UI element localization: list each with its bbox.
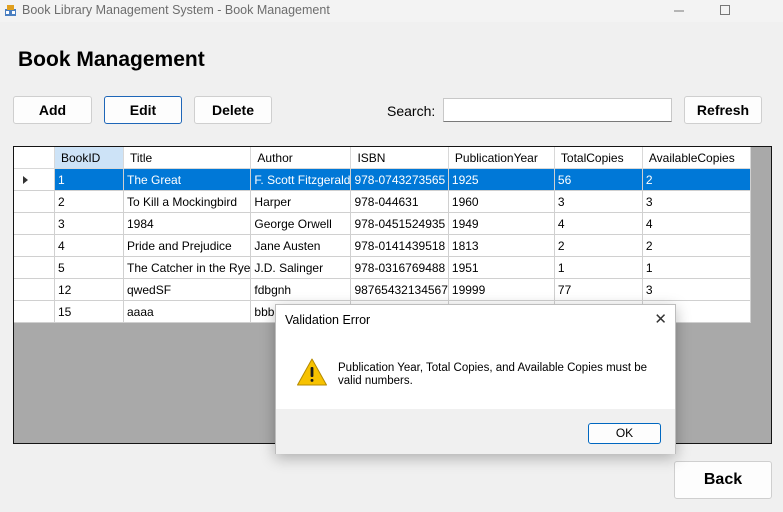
minimize-icon <box>674 10 684 12</box>
table-cell[interactable]: 2 <box>54 190 124 213</box>
row-header[interactable] <box>14 190 55 213</box>
maximize-button[interactable] <box>702 0 748 22</box>
close-icon[interactable]: ✕ <box>654 310 667 328</box>
table-cell[interactable]: George Orwell <box>250 212 352 235</box>
table-cell[interactable]: 1949 <box>448 212 555 235</box>
page-title: Book Management <box>18 48 205 71</box>
table-row[interactable]: 3 1984 George Orwell 978-0451524935 1949 4 4 <box>14 212 751 235</box>
table-cell[interactable]: 978-0451524935 <box>350 212 449 235</box>
table-cell[interactable]: 77 <box>554 278 643 301</box>
current-row-arrow-icon <box>23 176 28 185</box>
warning-icon <box>297 358 327 386</box>
table-cell[interactable]: 2 <box>642 234 751 257</box>
table-cell[interactable]: 1951 <box>448 256 555 279</box>
row-header[interactable] <box>14 234 55 257</box>
search-label: Search: <box>387 103 436 119</box>
table-cell[interactable]: 98765432134567 <box>350 278 449 301</box>
table-row[interactable]: 1 The Great F. Scott Fitzgerald 978-0743273… <box>14 168 751 191</box>
grid-header-row: BookID Title Author ISBN PublicationYear… <box>14 147 751 169</box>
table-cell[interactable]: 978-0743273565 <box>350 168 449 191</box>
validation-dialog: Validation Error ✕ Publication Year, Tot… <box>275 304 676 454</box>
table-cell[interactable]: 3 <box>554 190 643 213</box>
table-cell[interactable]: 978-0141439518 <box>350 234 449 257</box>
window-title: Book Library Management System - Book Ma… <box>22 3 330 17</box>
table-cell[interactable]: 4 <box>554 212 643 235</box>
table-cell[interactable]: 3 <box>642 190 751 213</box>
delete-button[interactable]: Delete <box>194 96 272 124</box>
table-cell[interactable]: 2 <box>554 234 643 257</box>
table-cell[interactable]: To Kill a Mockingbird <box>123 190 252 213</box>
table-cell[interactable]: 1984 <box>123 212 252 235</box>
row-header-corner <box>14 147 55 169</box>
table-cell[interactable]: Harper <box>250 190 352 213</box>
column-header[interactable]: ISBN <box>350 147 449 169</box>
table-cell[interactable]: The Great <box>123 168 252 191</box>
dialog-message: Publication Year, Total Copies, and Avai… <box>338 362 648 387</box>
row-header[interactable] <box>14 212 55 235</box>
table-cell[interactable]: 15 <box>54 300 124 323</box>
table-cell[interactable]: 4 <box>54 234 124 257</box>
table-cell[interactable]: 1960 <box>448 190 555 213</box>
table-cell[interactable]: 1813 <box>448 234 555 257</box>
table-cell[interactable]: 1 <box>642 256 751 279</box>
edit-button[interactable]: Edit <box>104 96 182 124</box>
table-cell[interactable]: 56 <box>554 168 643 191</box>
back-button[interactable]: Back <box>674 461 772 499</box>
table-row[interactable]: 12 qwedSF fdbgnh 98765432134567 19999 77 3 <box>14 278 751 301</box>
add-button[interactable]: Add <box>13 96 92 124</box>
table-cell[interactable]: The Catcher in the Rye <box>123 256 252 279</box>
dialog-title: Validation Error <box>285 313 371 327</box>
title-bar: Book Library Management System - Book Ma… <box>0 0 783 22</box>
table-cell[interactable]: 978-0316769488 <box>350 256 449 279</box>
column-header[interactable]: BookID <box>54 147 124 169</box>
column-header[interactable]: AvailableCopies <box>642 147 751 169</box>
table-cell[interactable]: Jane Austen <box>250 234 352 257</box>
table-cell[interactable]: 4 <box>642 212 751 235</box>
row-header[interactable] <box>14 278 55 301</box>
column-header[interactable]: TotalCopies <box>554 147 643 169</box>
dialog-footer: OK <box>276 409 675 454</box>
table-cell[interactable]: J.D. Salinger <box>250 256 352 279</box>
table-row[interactable]: 4 Pride and Prejudice Jane Austen 978-01414… <box>14 234 751 257</box>
table-cell[interactable]: qwedSF <box>123 278 252 301</box>
row-header[interactable] <box>14 168 55 191</box>
table-cell[interactable]: 1 <box>54 168 124 191</box>
table-cell[interactable]: 3 <box>642 278 751 301</box>
table-cell[interactable]: 1925 <box>448 168 555 191</box>
maximize-icon <box>720 5 730 15</box>
table-cell[interactable]: F. Scott Fitzgerald <box>250 168 352 191</box>
search-input[interactable] <box>443 98 672 122</box>
grid-body: 1 The Great F. Scott Fitzgerald 978-0743273… <box>14 168 751 323</box>
table-cell[interactable]: 5 <box>54 256 124 279</box>
row-header[interactable] <box>14 300 55 323</box>
table-cell[interactable]: 19999 <box>448 278 555 301</box>
table-row[interactable]: 5 The Catcher in the Rye J.D. Salinger 978-… <box>14 256 751 279</box>
column-header[interactable]: PublicationYear <box>448 147 555 169</box>
table-cell[interactable]: aaaa <box>123 300 252 323</box>
table-cell[interactable]: Pride and Prejudice <box>123 234 252 257</box>
row-header[interactable] <box>14 256 55 279</box>
column-header[interactable]: Title <box>123 147 252 169</box>
refresh-button[interactable]: Refresh <box>684 96 762 124</box>
table-cell[interactable]: 978-044631 <box>350 190 449 213</box>
books-table: BookID Title Author ISBN PublicationYear… <box>14 147 751 323</box>
table-cell[interactable]: 1 <box>554 256 643 279</box>
table-row[interactable]: 2 To Kill a Mockingbird Harper 978-044631 19… <box>14 190 751 213</box>
table-cell[interactable]: 2 <box>642 168 751 191</box>
ok-button[interactable]: OK <box>588 423 661 444</box>
table-cell[interactable]: 3 <box>54 212 124 235</box>
minimize-button[interactable] <box>656 0 702 22</box>
app-icon <box>5 5 16 16</box>
table-cell[interactable]: 12 <box>54 278 124 301</box>
column-header[interactable]: Author <box>250 147 352 169</box>
table-cell[interactable]: fdbgnh <box>250 278 352 301</box>
